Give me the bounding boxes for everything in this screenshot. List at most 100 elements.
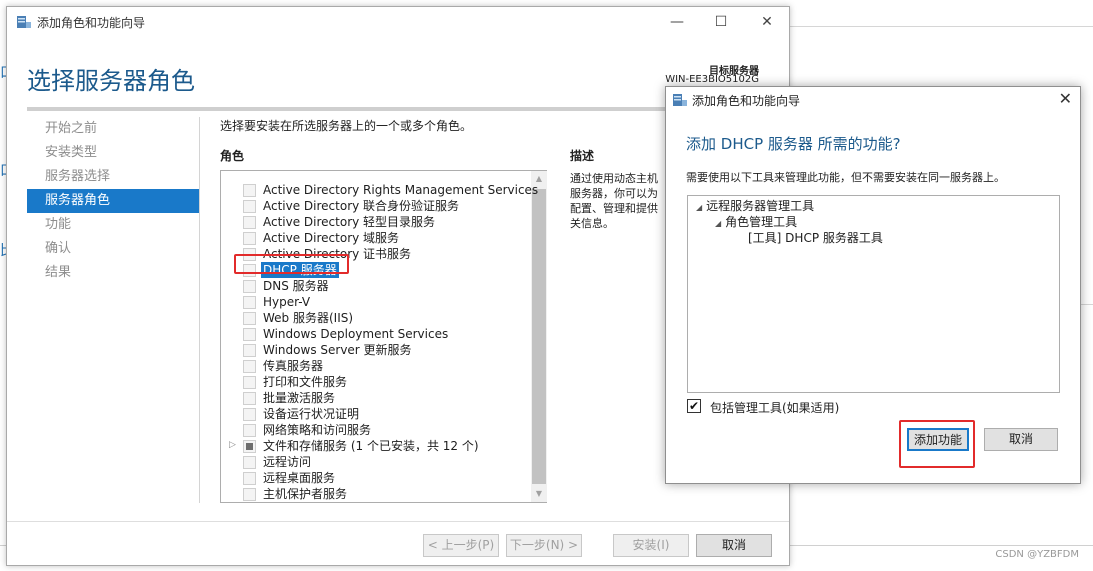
dialog-cancel-button[interactable]: 取消 [984, 428, 1058, 451]
nav-item-before-you-begin[interactable]: 开始之前 [27, 117, 199, 141]
role-row[interactable]: 传真服务器 [221, 358, 531, 374]
watermark: CSDN @YZBFDM [995, 549, 1079, 560]
install-button[interactable]: 安装(I) [613, 534, 689, 557]
role-row[interactable]: DNS 服务器 [221, 278, 531, 294]
role-checkbox[interactable] [243, 472, 256, 485]
role-row[interactable]: Active Directory 域服务 [221, 230, 531, 246]
role-label: 设备运行状况证明 [263, 407, 360, 421]
tree-caret-icon[interactable]: ◢ [696, 200, 702, 216]
nav-item-results[interactable]: 结果 [27, 261, 199, 285]
role-checkbox[interactable] [243, 344, 256, 357]
roles-scrollbar[interactable]: ▲ ▼ [531, 171, 547, 502]
roles-list[interactable]: ▲ ▼ Active Directory Rights Management S… [220, 170, 547, 503]
cancel-button[interactable]: 取消 [696, 534, 772, 557]
role-checkbox[interactable] [243, 184, 256, 197]
nav-item-server-selection[interactable]: 服务器选择 [27, 165, 199, 189]
role-row[interactable]: 网络策略和访问服务 [221, 422, 531, 438]
role-label: Hyper-V [263, 295, 311, 309]
role-label: Windows Deployment Services [263, 327, 449, 341]
role-label: Active Directory 联合身份验证服务 [263, 199, 460, 213]
maximize-button[interactable]: ☐ [701, 11, 741, 33]
description-text: 通过使用动态主机 服务器，你可以为 配置、管理和提供 关信息。 [570, 171, 670, 231]
role-label: Active Directory 域服务 [263, 231, 400, 245]
role-label: 远程访问 [263, 455, 312, 469]
expand-arrow-icon[interactable]: ▷ [229, 440, 236, 450]
close-button[interactable]: ✕ [747, 11, 787, 33]
role-label: 传真服务器 [263, 359, 324, 373]
nav-item-features[interactable]: 功能 [27, 213, 199, 237]
role-checkbox[interactable] [243, 216, 256, 229]
role-row[interactable]: Active Directory 联合身份验证服务 [221, 198, 531, 214]
role-checkbox[interactable] [243, 296, 256, 309]
role-row[interactable]: 远程访问 [221, 454, 531, 470]
scroll-down-icon[interactable]: ▼ [531, 486, 547, 502]
role-checkbox[interactable] [243, 392, 256, 405]
role-row[interactable]: 主机保护者服务 [221, 486, 531, 502]
role-row[interactable]: Active Directory 轻型目录服务 [221, 214, 531, 230]
nav-item-server-roles[interactable]: 服务器角色 [27, 189, 199, 213]
role-row[interactable]: 打印和文件服务 [221, 374, 531, 390]
wizard-title: 添加角色和功能向导 [37, 16, 146, 30]
tree-item-label: [工具] DHCP 服务器工具 [748, 231, 883, 245]
target-server-value: WIN-EE3BIO5102G [665, 74, 759, 85]
description-line: 配置、管理和提供 [570, 202, 658, 215]
tree-caret-icon[interactable]: ◢ [715, 216, 721, 232]
role-checkbox[interactable] [243, 456, 256, 469]
role-row[interactable]: Windows Server 更新服务 [221, 342, 531, 358]
description-line: 服务器，你可以为 [570, 187, 658, 200]
title-divider [27, 107, 687, 111]
role-checkbox[interactable] [243, 376, 256, 389]
role-checkbox[interactable] [243, 408, 256, 421]
role-checkbox[interactable] [243, 440, 256, 453]
role-checkbox[interactable] [243, 200, 256, 213]
role-label: Active Directory Rights Management Servi… [263, 183, 539, 197]
description-header: 描述 [570, 149, 595, 163]
next-button[interactable]: 下一步(N) > [506, 534, 582, 557]
nav-divider [199, 117, 200, 503]
role-row[interactable]: 远程桌面服务 [221, 470, 531, 486]
role-row[interactable]: 设备运行状况证明 [221, 406, 531, 422]
role-checkbox[interactable] [243, 360, 256, 373]
wizard-titlebar[interactable]: 添加角色和功能向导 — ☐ ✕ [7, 7, 789, 37]
role-label: DNS 服务器 [263, 279, 329, 293]
scroll-thumb[interactable] [532, 189, 546, 484]
role-checkbox[interactable] [243, 312, 256, 325]
footer-divider [7, 521, 789, 522]
role-checkbox[interactable] [243, 232, 256, 245]
role-checkbox[interactable] [243, 280, 256, 293]
dhcp-highlight-box [234, 254, 349, 274]
role-label: 远程桌面服务 [263, 471, 336, 485]
add-features-highlight-box [899, 420, 975, 468]
tree-item-dhcp-tools[interactable]: [工具] DHCP 服务器工具 [748, 230, 883, 246]
instruction-text: 选择要安装在所选服务器上的一个或多个角色。 [220, 119, 473, 133]
role-checkbox[interactable] [243, 488, 256, 501]
nav-item-installation-type[interactable]: 安装类型 [27, 141, 199, 165]
nav-item-confirmation[interactable]: 确认 [27, 237, 199, 261]
include-tools-label: 包括管理工具(如果适用) [710, 401, 840, 415]
dialog-subtext: 需要使用以下工具来管理此功能，但不需要安装在同一服务器上。 [686, 171, 1005, 184]
role-row[interactable]: Windows Deployment Services [221, 326, 531, 342]
role-row[interactable]: Active Directory Rights Management Servi… [221, 182, 538, 198]
dialog-close-button[interactable]: ✕ [1059, 89, 1072, 108]
role-label: Windows Server 更新服务 [263, 343, 412, 357]
role-row[interactable]: Hyper-V [221, 294, 531, 310]
role-row[interactable]: Web 服务器(IIS) [221, 310, 531, 326]
role-label: 批量激活服务 [263, 391, 336, 405]
minimize-button[interactable]: — [657, 11, 697, 33]
required-features-tree[interactable]: ◢ 远程服务器管理工具 ◢ 角色管理工具 [工具] DHCP 服务器工具 [687, 195, 1060, 393]
role-checkbox[interactable] [243, 424, 256, 437]
server-wizard-icon [673, 94, 687, 106]
role-label: 网络策略和访问服务 [263, 423, 372, 437]
role-label: Active Directory 轻型目录服务 [263, 215, 436, 229]
role-checkbox[interactable] [243, 328, 256, 341]
include-tools-checkbox[interactable]: ✔ [687, 399, 701, 413]
role-row[interactable]: ▷ 文件和存储服务 (1 个已安装，共 12 个) [221, 438, 531, 454]
previous-button[interactable]: < 上一步(P) [423, 534, 499, 557]
background-divider [790, 26, 1093, 27]
wizard-nav: 开始之前 安装类型 服务器选择 服务器角色 功能 确认 结果 [27, 117, 199, 285]
page-title: 选择服务器角色 [27, 67, 195, 95]
role-row[interactable]: 批量激活服务 [221, 390, 531, 406]
dialog-heading: 添加 DHCP 服务器 所需的功能? [686, 135, 901, 153]
description-line: 关信息。 [570, 217, 614, 230]
roles-header: 角色 [220, 149, 245, 163]
